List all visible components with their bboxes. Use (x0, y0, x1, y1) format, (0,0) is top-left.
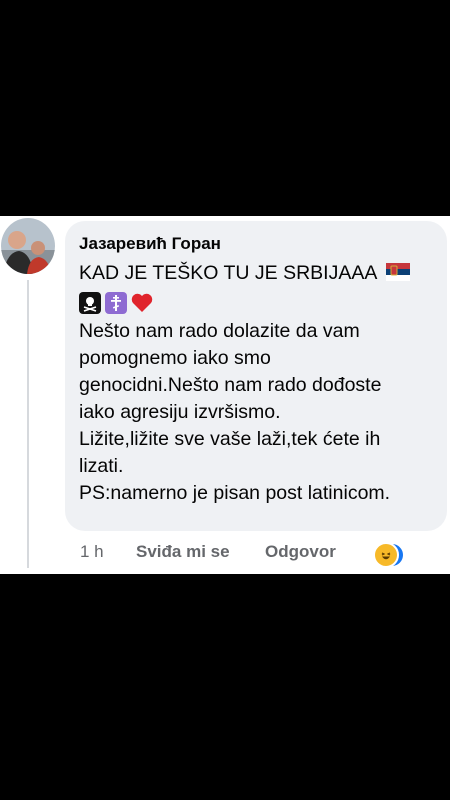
comment-line: pomognemo iako smo (79, 347, 271, 369)
pirate-flag-icon (79, 291, 101, 314)
comment-text: KAD JE TEŠKO TU JE SRBIJAAA Nešto nam ra… (79, 260, 437, 507)
emoji-row (79, 287, 437, 318)
comment-card: Јазаревић Горан KAD JE TEŠKO TU JE SRBIJ… (0, 216, 450, 574)
red-heart-icon (131, 293, 153, 313)
comment-bubble: Јазаревић Горан KAD JE TEŠKO TU JE SRBIJ… (65, 221, 447, 531)
comment-line: iako agresiju izvršismo. (79, 401, 281, 423)
reply-button[interactable]: Odgovor (265, 542, 336, 562)
comment-footer: 1 h Sviđa mi se Odgovor 10 (80, 538, 448, 568)
comment-line: Ližite,ližite sve vaše laži,tek ćete ih (79, 428, 381, 450)
serbia-flag-icon (385, 263, 410, 281)
like-button[interactable]: Sviđa mi se (136, 542, 230, 562)
comment-line: genocidni.Nešto nam rado dođoste (79, 374, 382, 396)
comment-line: KAD JE TEŠKO TU JE SRBIJAAA (79, 260, 437, 287)
comment-line: PS:namerno je pisan post latinicom. (79, 482, 391, 504)
comment-line-text: KAD JE TEŠKO TU JE SRBIJAAA (79, 262, 377, 284)
comment-line: Nešto nam rado dolazite da vam (79, 320, 360, 342)
haha-reaction-icon (373, 542, 399, 568)
avatar[interactable] (1, 218, 55, 274)
thread-line (27, 280, 29, 568)
timestamp[interactable]: 1 h (80, 542, 104, 562)
comment-line: lizati. (79, 455, 124, 477)
comment-author[interactable]: Јазаревић Горан (79, 234, 221, 254)
orthodox-cross-icon (105, 291, 127, 314)
